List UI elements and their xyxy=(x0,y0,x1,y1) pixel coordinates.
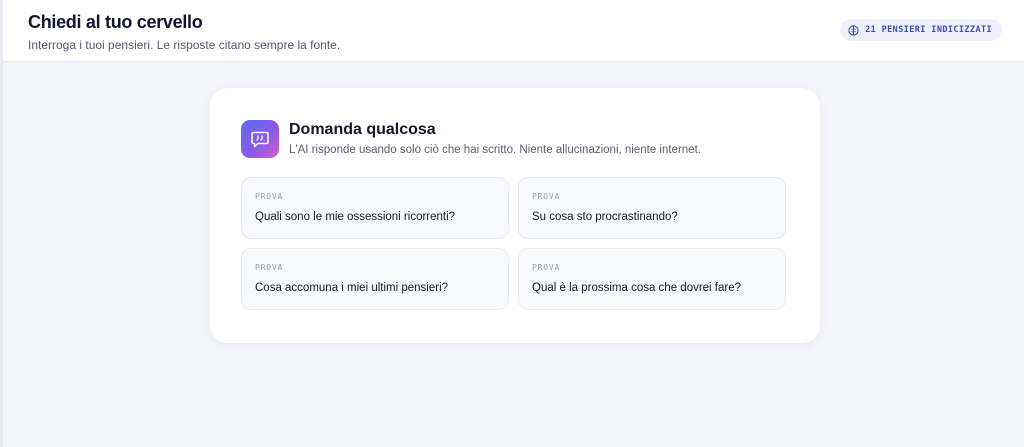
ask-card: Domanda qualcosa L'AI risponde usando so… xyxy=(210,88,820,343)
suggestion-tag: PROVA xyxy=(255,192,284,201)
suggestion-tag: PROVA xyxy=(532,192,561,201)
page-title: Chiedi al tuo cervello xyxy=(28,12,203,32)
chat-quote-icon xyxy=(241,120,279,158)
suggestion-question: Qual è la prossima cosa che dovrei fare? xyxy=(532,282,742,294)
app-window: Chiedi al tuo cervello Interroga i tuoi … xyxy=(0,0,1024,447)
card-subtitle: L'AI risponde usando solo ciò che hai sc… xyxy=(289,144,701,156)
page-subtitle: Interroga i tuoi pensieri. Le risposte c… xyxy=(28,38,341,52)
brain-icon xyxy=(848,24,859,36)
index-status-badge: 21 PENSIERI INDICIZZATI xyxy=(840,19,1002,41)
suggestion-question: Cosa accomuna i miei ultimi pensieri? xyxy=(255,282,449,294)
suggestion-question: Su cosa sto procrastinando? xyxy=(532,211,678,223)
suggestion-tag: PROVA xyxy=(255,263,284,272)
suggestion-button[interactable]: PROVA Qual è la prossima cosa che dovrei… xyxy=(518,248,786,310)
suggestion-question: Quali sono le mie ossessioni ricorrenti? xyxy=(255,211,456,223)
index-status-text: 21 PENSIERI INDICIZZATI xyxy=(865,25,992,35)
card-title: Domanda qualcosa xyxy=(289,121,436,138)
page-header: Chiedi al tuo cervello Interroga i tuoi … xyxy=(3,0,1024,62)
suggestion-button[interactable]: PROVA Su cosa sto procrastinando? xyxy=(518,177,786,239)
suggestion-tag: PROVA xyxy=(532,263,561,272)
suggestion-button[interactable]: PROVA Quali sono le mie ossessioni ricor… xyxy=(241,177,509,239)
suggestion-button[interactable]: PROVA Cosa accomuna i miei ultimi pensie… xyxy=(241,248,509,310)
